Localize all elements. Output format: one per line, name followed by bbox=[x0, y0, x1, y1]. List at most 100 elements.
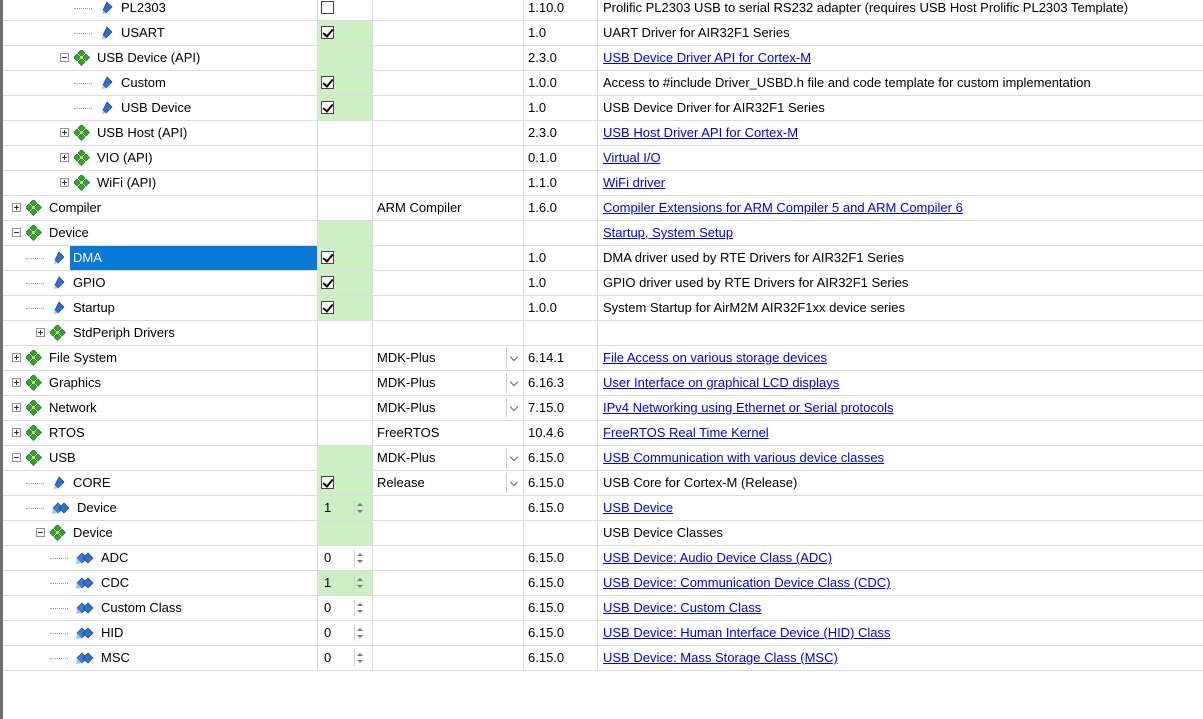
variant-cell[interactable]: MDK-Plus bbox=[373, 371, 524, 396]
expand-icon[interactable] bbox=[12, 353, 21, 362]
selection-cell[interactable] bbox=[318, 246, 373, 271]
spinner-arrows-icon[interactable] bbox=[354, 600, 365, 616]
component-cell[interactable]: Startup bbox=[3, 296, 318, 321]
expand-icon[interactable] bbox=[60, 178, 69, 187]
selection-cell[interactable] bbox=[318, 446, 373, 471]
table-row[interactable]: USART 1.0 UART Driver for AIR32F1 Series bbox=[0, 21, 1203, 46]
description-cell[interactable]: USB Device bbox=[598, 496, 1203, 521]
description-link[interactable]: USB Host Driver API for Cortex-M bbox=[598, 125, 798, 140]
component-cell[interactable]: Device bbox=[3, 496, 318, 521]
component-cell[interactable]: CORE bbox=[3, 471, 318, 496]
component-name[interactable]: USB Device (API) bbox=[94, 46, 203, 70]
component-cell[interactable]: USB Device (API) bbox=[3, 46, 318, 71]
spinner-arrows-icon[interactable] bbox=[354, 500, 365, 516]
description-link[interactable]: USB Device: Audio Device Class (ADC) bbox=[598, 550, 832, 565]
description-cell[interactable]: USB Device: Custom Class bbox=[598, 596, 1203, 621]
selection-cell[interactable]: 0 bbox=[318, 546, 373, 571]
select-checkbox[interactable] bbox=[321, 301, 334, 314]
chevron-down-icon[interactable] bbox=[506, 398, 523, 418]
expand-icon[interactable] bbox=[60, 153, 69, 162]
table-row[interactable]: Compiler ARM Compiler 1.6.0 Compiler Extens… bbox=[0, 196, 1203, 221]
component-cell[interactable]: USB Device bbox=[3, 96, 318, 121]
component-name[interactable]: VIO (API) bbox=[94, 146, 156, 170]
selection-cell[interactable] bbox=[318, 221, 373, 246]
collapse-icon[interactable] bbox=[12, 453, 21, 462]
description-link[interactable]: Compiler Extensions for ARM Compiler 5 a… bbox=[598, 200, 963, 215]
table-row[interactable]: StdPeriph Drivers bbox=[0, 321, 1203, 346]
table-row[interactable]: Device USB Device Classes bbox=[0, 521, 1203, 546]
expand-icon[interactable] bbox=[12, 203, 21, 212]
description-link[interactable]: USB Device: Custom Class bbox=[598, 600, 761, 615]
component-cell[interactable]: Device bbox=[3, 221, 318, 246]
description-link[interactable]: WiFi driver bbox=[598, 175, 665, 190]
instance-count[interactable]: 0 bbox=[324, 621, 331, 645]
selection-cell[interactable]: 1 bbox=[318, 496, 373, 521]
description-link[interactable]: Virtual I/O bbox=[598, 150, 661, 165]
select-checkbox[interactable] bbox=[321, 101, 334, 114]
table-row[interactable]: USB MDK-Plus 6.15.0 USB Communication with … bbox=[0, 446, 1203, 471]
description-link[interactable]: USB Device bbox=[598, 500, 673, 515]
component-name[interactable]: Network bbox=[46, 396, 100, 420]
table-row[interactable]: USB Device (API) 2.3.0 USB Device Driver A… bbox=[0, 46, 1203, 71]
description-cell[interactable]: WiFi driver bbox=[598, 171, 1203, 196]
component-cell[interactable]: StdPeriph Drivers bbox=[3, 321, 318, 346]
selection-cell[interactable] bbox=[318, 321, 373, 346]
component-name[interactable]: WiFi (API) bbox=[94, 171, 159, 195]
selection-cell[interactable] bbox=[318, 21, 373, 46]
component-name[interactable]: USB bbox=[46, 446, 79, 470]
description-cell[interactable]: USB Device: Audio Device Class (ADC) bbox=[598, 546, 1203, 571]
variant-cell[interactable]: MDK-Plus bbox=[373, 446, 524, 471]
table-row[interactable]: HID 0 6.15.0 USB Device: Human Interface De… bbox=[0, 621, 1203, 646]
selection-cell[interactable] bbox=[318, 371, 373, 396]
table-row[interactable]: CDC 1 6.15.0 USB Device: Communication Devi… bbox=[0, 571, 1203, 596]
select-checkbox[interactable] bbox=[321, 26, 334, 39]
selection-cell[interactable] bbox=[318, 346, 373, 371]
component-cell[interactable]: MSC bbox=[3, 646, 318, 671]
selection-cell[interactable] bbox=[318, 146, 373, 171]
description-link[interactable]: File Access on various storage devices bbox=[598, 350, 827, 365]
select-checkbox[interactable] bbox=[321, 76, 334, 89]
selection-cell[interactable]: 0 bbox=[318, 596, 373, 621]
table-row[interactable]: GPIO 1.0 GPIO driver used by RTE Drivers f… bbox=[0, 271, 1203, 296]
chevron-down-icon[interactable] bbox=[506, 473, 523, 493]
selection-cell[interactable] bbox=[318, 471, 373, 496]
component-cell[interactable]: USB bbox=[3, 446, 318, 471]
variant-cell[interactable]: MDK-Plus bbox=[373, 346, 524, 371]
table-row[interactable]: ADC 0 6.15.0 USB Device: Audio Device Class… bbox=[0, 546, 1203, 571]
description-cell[interactable]: USB Communication with various device cl… bbox=[598, 446, 1203, 471]
description-link[interactable]: IPv4 Networking using Ethernet or Serial… bbox=[598, 400, 893, 415]
collapse-icon[interactable] bbox=[12, 228, 21, 237]
select-checkbox[interactable] bbox=[321, 251, 334, 264]
chevron-down-icon[interactable] bbox=[506, 348, 523, 368]
selection-cell[interactable]: 1 bbox=[318, 571, 373, 596]
description-cell[interactable]: Startup, System Setup bbox=[598, 221, 1203, 246]
component-cell[interactable]: CDC bbox=[3, 571, 318, 596]
expand-icon[interactable] bbox=[60, 128, 69, 137]
component-cell[interactable]: VIO (API) bbox=[3, 146, 318, 171]
component-name[interactable]: File System bbox=[46, 346, 120, 370]
component-cell[interactable]: File System bbox=[3, 346, 318, 371]
table-row[interactable]: Device Startup, System Setup bbox=[0, 221, 1203, 246]
select-checkbox[interactable] bbox=[321, 476, 334, 489]
spinner-arrows-icon[interactable] bbox=[354, 625, 365, 641]
table-row[interactable]: MSC 0 6.15.0 USB Device: Mass Storage Class… bbox=[0, 646, 1203, 671]
table-row[interactable]: DMA 1.0 DMA driver used by RTE Drivers for… bbox=[0, 246, 1203, 271]
description-link[interactable]: FreeRTOS Real Time Kernel bbox=[598, 425, 769, 440]
spinner-arrows-icon[interactable] bbox=[354, 550, 365, 566]
component-name[interactable]: DMA bbox=[70, 246, 317, 270]
select-checkbox[interactable] bbox=[321, 276, 334, 289]
table-row[interactable]: USB Host (API) 2.3.0 USB Host Driver API f… bbox=[0, 121, 1203, 146]
table-row[interactable]: CORE Release 6.15.0 USB Core for Cortex-M (… bbox=[0, 471, 1203, 496]
chevron-down-icon[interactable] bbox=[506, 373, 523, 393]
component-name[interactable]: Device bbox=[46, 221, 92, 245]
spinner-arrows-icon[interactable] bbox=[354, 650, 365, 666]
description-link[interactable]: USB Device Driver API for Cortex-M bbox=[598, 50, 811, 65]
table-row[interactable]: File System MDK-Plus 6.14.1 File Access on … bbox=[0, 346, 1203, 371]
component-name[interactable]: Compiler bbox=[46, 196, 104, 220]
component-name[interactable]: StdPeriph Drivers bbox=[70, 321, 178, 345]
component-cell[interactable]: HID bbox=[3, 621, 318, 646]
selection-cell[interactable]: 0 bbox=[318, 621, 373, 646]
component-cell[interactable]: USB Host (API) bbox=[3, 121, 318, 146]
description-link[interactable]: USB Device: Communication Device Class (… bbox=[598, 575, 891, 590]
table-row[interactable]: Graphics MDK-Plus 6.16.3 User Interface on … bbox=[0, 371, 1203, 396]
